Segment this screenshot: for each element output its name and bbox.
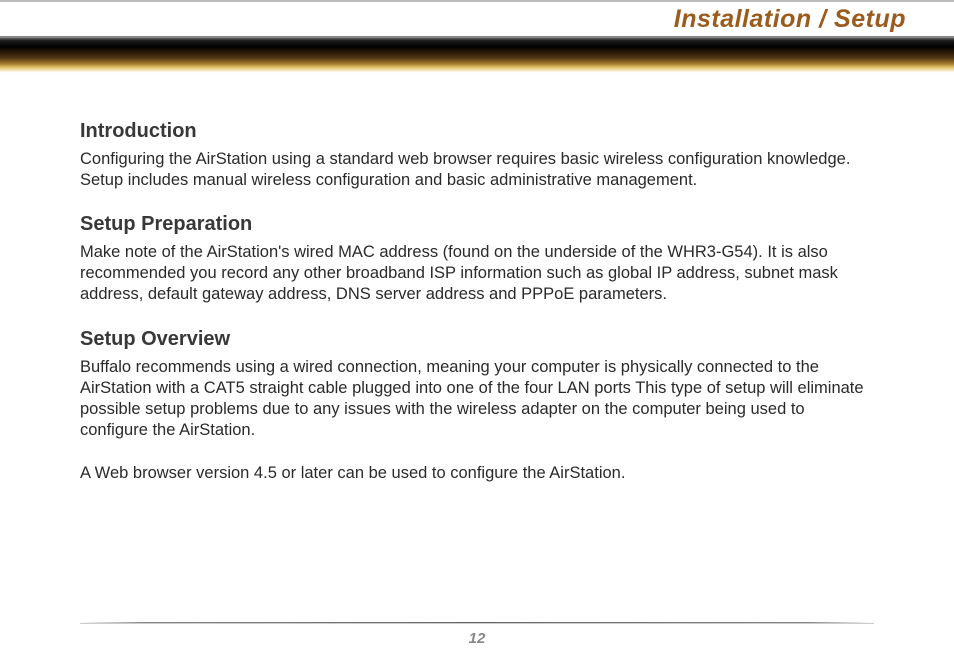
text-introduction: Configuring the AirStation using a stand… bbox=[80, 149, 874, 191]
heading-setup-preparation: Setup Preparation bbox=[80, 213, 874, 236]
page-number: 12 bbox=[0, 630, 954, 647]
header-gradient bbox=[0, 36, 954, 74]
page-title: Installation / Setup bbox=[674, 5, 906, 34]
content-area: Introduction Configuring the AirStation … bbox=[0, 74, 954, 484]
footer-rule bbox=[80, 622, 874, 624]
heading-setup-overview: Setup Overview bbox=[80, 328, 874, 351]
header-title-area: Installation / Setup bbox=[0, 2, 954, 36]
heading-introduction: Introduction bbox=[80, 120, 874, 143]
text-setup-preparation: Make note of the AirStation's wired MAC … bbox=[80, 242, 874, 305]
text-setup-overview-1: Buffalo recommends using a wired connect… bbox=[80, 357, 874, 441]
text-setup-overview-2: A Web browser version 4.5 or later can b… bbox=[80, 463, 874, 484]
footer: 12 bbox=[0, 622, 954, 647]
header-band: Installation / Setup bbox=[0, 0, 954, 74]
